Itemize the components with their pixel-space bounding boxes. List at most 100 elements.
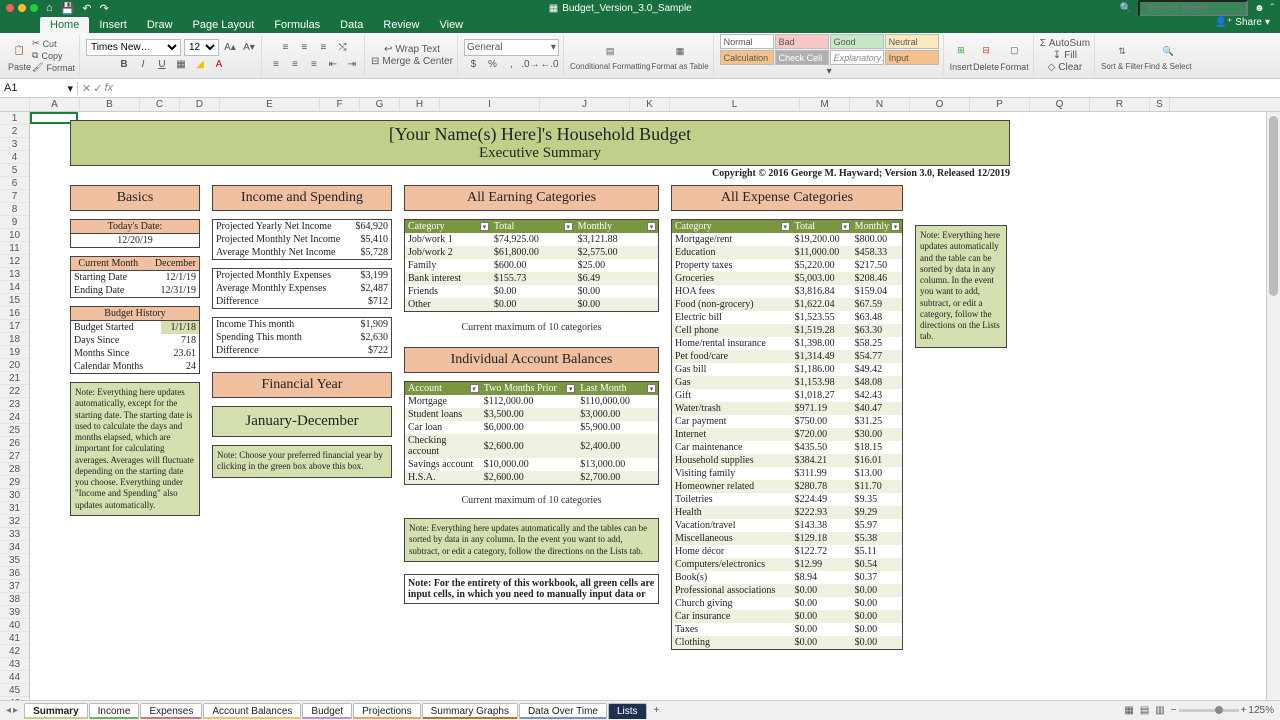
row-header[interactable]: 44: [0, 671, 29, 684]
row-header[interactable]: 4: [0, 151, 29, 164]
row-header[interactable]: 18: [0, 333, 29, 346]
table-row[interactable]: Water/trash$971.19$40.47: [672, 402, 903, 415]
row-header[interactable]: 1: [0, 112, 29, 125]
style-calculation[interactable]: Calculation: [720, 50, 774, 65]
wrap-text-button[interactable]: ↩Wrap Text: [384, 44, 440, 55]
row-header[interactable]: 34: [0, 541, 29, 554]
menu-tab-view[interactable]: View: [429, 17, 473, 33]
insert-cells-button[interactable]: ⊞Insert: [950, 39, 973, 72]
table-row[interactable]: Homeowner related$280.78$11.70: [672, 480, 903, 493]
row-header[interactable]: 35: [0, 554, 29, 567]
filter-icon[interactable]: ▾: [647, 384, 656, 393]
row-header[interactable]: 41: [0, 632, 29, 645]
table-row[interactable]: Gift$1,018.27$42.43: [672, 389, 903, 402]
select-all-corner[interactable]: [0, 98, 30, 111]
table-header[interactable]: Monthly▾: [852, 220, 903, 234]
menu-tab-home[interactable]: Home: [40, 17, 89, 33]
sheet-tab-expenses[interactable]: Expenses: [140, 703, 202, 719]
increase-decimal-button[interactable]: .0→: [522, 57, 538, 73]
row-header[interactable]: 6: [0, 177, 29, 190]
cut-button[interactable]: ✂Cut: [32, 38, 75, 49]
decrease-indent-button[interactable]: ⇤: [325, 56, 341, 72]
col-header[interactable]: B: [80, 98, 140, 111]
row-header[interactable]: 10: [0, 229, 29, 242]
enter-icon[interactable]: ✓: [93, 82, 102, 95]
row-header[interactable]: 7: [0, 190, 29, 203]
cell-styles[interactable]: Normal Bad Good Neutral Calculation Chec…: [720, 34, 939, 65]
row-header[interactable]: 22: [0, 385, 29, 398]
column-headers[interactable]: ABCDEFGHIJKLMNOPQRS: [0, 98, 1280, 112]
percent-button[interactable]: %: [484, 57, 500, 73]
menu-tab-formulas[interactable]: Formulas: [264, 17, 330, 33]
menu-tab-page-layout[interactable]: Page Layout: [183, 17, 265, 33]
sheet-tab-summary[interactable]: Summary: [24, 703, 88, 719]
row-header[interactable]: 37: [0, 580, 29, 593]
table-row[interactable]: Pet food/care$1,314.49$54.77: [672, 350, 903, 363]
comma-button[interactable]: ,: [503, 57, 519, 73]
col-header[interactable]: N: [850, 98, 910, 111]
paste-button[interactable]: 📋 Paste: [8, 39, 31, 72]
table-row[interactable]: Education$11,000.00$458.33: [672, 246, 903, 259]
style-normal[interactable]: Normal: [720, 34, 774, 49]
table-row[interactable]: Church giving$0.00$0.00: [672, 597, 903, 610]
row-header[interactable]: 19: [0, 346, 29, 359]
table-row[interactable]: Family$600.00$25.00: [405, 259, 659, 272]
undo-icon[interactable]: ↶: [82, 2, 91, 15]
row-header[interactable]: 5: [0, 164, 29, 177]
filter-icon[interactable]: ▾: [781, 222, 790, 231]
cells-viewport[interactable]: [Your Name(s) Here]'s Household Budget E…: [30, 112, 1266, 700]
tab-first-button[interactable]: ◂: [6, 705, 11, 716]
tab-prev-button[interactable]: ▸: [13, 705, 18, 716]
table-row[interactable]: Job/work 1$74,925.00$3,121.88: [405, 233, 659, 246]
menu-tab-review[interactable]: Review: [373, 17, 429, 33]
bold-button[interactable]: B: [116, 57, 132, 73]
view-break-button[interactable]: ▥: [1155, 705, 1164, 716]
table-row[interactable]: Savings account$10,000.00$13,000.00: [405, 458, 659, 471]
increase-indent-button[interactable]: ⇥: [344, 56, 360, 72]
row-header[interactable]: 20: [0, 359, 29, 372]
format-painter-button[interactable]: 🖌Format: [32, 62, 75, 73]
filter-icon[interactable]: ▾: [647, 222, 656, 231]
table-row[interactable]: Book(s)$8.94$0.37: [672, 571, 903, 584]
row-header[interactable]: 24: [0, 411, 29, 424]
sheet-tab-lists[interactable]: Lists: [608, 703, 647, 719]
table-row[interactable]: Visiting family$311.99$13.00: [672, 467, 903, 480]
table-row[interactable]: Car maintenance$435.50$18.15: [672, 441, 903, 454]
col-header[interactable]: G: [360, 98, 400, 111]
table-row[interactable]: Taxes$0.00$0.00: [672, 623, 903, 636]
table-row[interactable]: H.S.A.$2,600.00$2,700.00: [405, 471, 659, 485]
find-select-button[interactable]: 🔍Find & Select: [1144, 40, 1192, 71]
col-header[interactable]: O: [910, 98, 970, 111]
table-row[interactable]: Property taxes$5,220.00$217.50: [672, 259, 903, 272]
row-header[interactable]: 12: [0, 255, 29, 268]
filter-icon[interactable]: ▾: [566, 384, 575, 393]
view-normal-button[interactable]: ▦: [1124, 705, 1133, 716]
row-header[interactable]: 14: [0, 281, 29, 294]
row-header[interactable]: 36: [0, 567, 29, 580]
font-color-button[interactable]: A: [211, 57, 227, 73]
row-header[interactable]: 31: [0, 502, 29, 515]
table-row[interactable]: Car payment$750.00$31.25: [672, 415, 903, 428]
add-sheet-button[interactable]: +: [648, 703, 666, 718]
menu-tab-draw[interactable]: Draw: [137, 17, 183, 33]
zoom-out-button[interactable]: −: [1171, 705, 1177, 716]
style-good[interactable]: Good: [830, 34, 884, 49]
col-header[interactable]: D: [180, 98, 220, 111]
row-headers[interactable]: 1234567891011121314151617181920212223242…: [0, 112, 30, 700]
table-header[interactable]: Account▾: [405, 382, 481, 396]
share-button[interactable]: 👤⁺ Share ▾: [1215, 17, 1270, 28]
table-row[interactable]: Toiletries$224.49$9.35: [672, 493, 903, 506]
format-as-table-button[interactable]: ▦Format as Table: [651, 40, 708, 71]
table-header[interactable]: Monthly▾: [575, 220, 659, 234]
row-header[interactable]: 38: [0, 593, 29, 606]
table-row[interactable]: Electric bill$1,523.55$63.48: [672, 311, 903, 324]
row-header[interactable]: 32: [0, 515, 29, 528]
table-row[interactable]: Gas$1,153.98$48.08: [672, 376, 903, 389]
row-header[interactable]: 16: [0, 307, 29, 320]
col-header[interactable]: P: [970, 98, 1030, 111]
row-header[interactable]: 13: [0, 268, 29, 281]
merge-center-button[interactable]: ⊟Merge & Center: [371, 56, 453, 67]
table-row[interactable]: Checking account$2,600.00$2,400.00: [405, 434, 659, 458]
row-header[interactable]: 28: [0, 463, 29, 476]
row-header[interactable]: 3: [0, 138, 29, 151]
